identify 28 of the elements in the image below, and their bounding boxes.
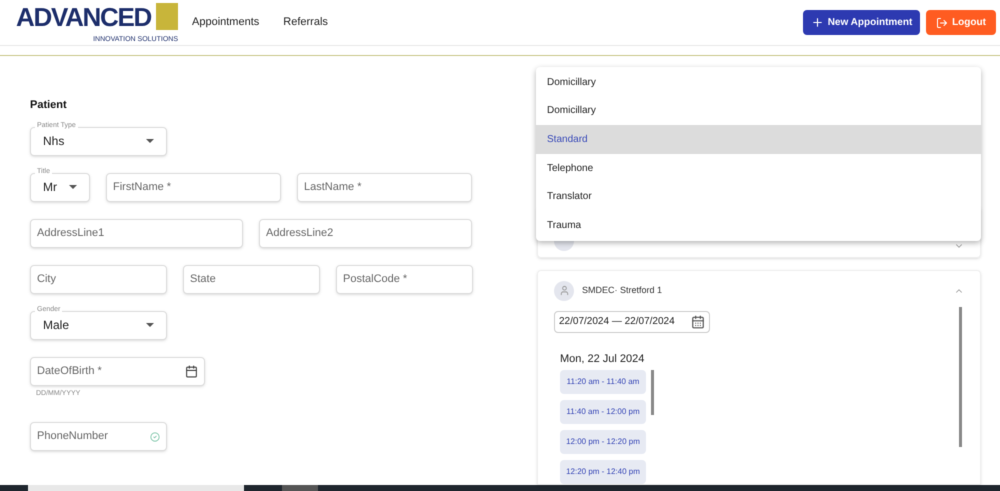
menu-item[interactable]: Trauma [536, 210, 981, 240]
date-field[interactable]: DateOfBirth * [30, 356, 205, 386]
menu-item[interactable]: Domicillary [536, 96, 981, 126]
time-slot-button[interactable]: 12:00 pm - 12:20 pm [560, 430, 646, 454]
text-field[interactable]: LastName * [297, 172, 472, 202]
menu-item[interactable]: Standard [536, 125, 981, 154]
nav-link[interactable]: Appointments [192, 14, 260, 31]
select-field[interactable]: Male [30, 310, 167, 340]
nav-link[interactable]: Referrals [283, 14, 328, 31]
text-field[interactable]: State [183, 264, 320, 294]
menu-item[interactable]: Translator [536, 182, 981, 211]
text-field[interactable]: FirstName * [106, 172, 281, 202]
menu-item[interactable]: Telephone [536, 154, 981, 182]
day-heading: Mon, 22 Jul 2024 [560, 352, 646, 366]
clinic-name: SMDEC· Stretford 1 [582, 284, 662, 297]
time-slot-button[interactable]: 11:20 am - 11:40 am [560, 370, 646, 394]
phone-field[interactable]: PhoneNumber [30, 422, 167, 451]
time-slot-button[interactable]: 11:40 am - 12:00 pm [560, 400, 646, 424]
menu-item[interactable]: Domicillary [536, 68, 981, 97]
time-slot-button[interactable]: 12:20 pm - 12:40 pm [560, 460, 646, 484]
text-field[interactable]: PostalCode * [336, 264, 473, 294]
select-field[interactable]: Mr [30, 172, 90, 202]
text-field[interactable]: AddressLine1 [30, 218, 243, 248]
new-appointment-button[interactable]: New Appointment [803, 10, 920, 35]
date-range-field[interactable]: 22/07/2024 — 22/07/2024 [554, 310, 710, 332]
section-title: Patient [30, 98, 68, 113]
text-field[interactable]: City [30, 264, 167, 294]
text-field[interactable]: AddressLine2 [259, 218, 472, 248]
